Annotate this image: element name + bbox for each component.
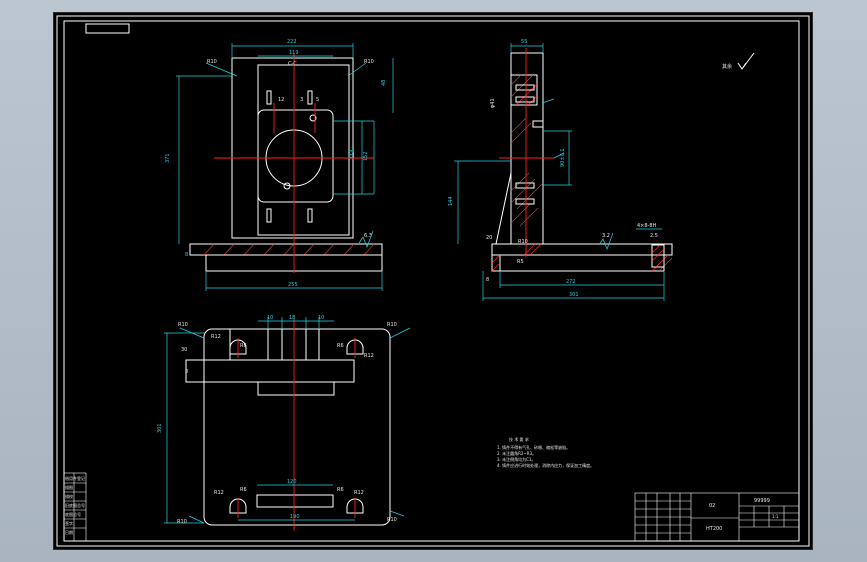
front-dim-base: 255	[288, 282, 298, 288]
strip-label-7: 日期	[65, 529, 73, 535]
outer-frame	[56, 15, 810, 547]
tech-notes-title: 技 术 要 求	[509, 436, 529, 442]
front-section-label: C-C	[288, 61, 297, 67]
left-strip: 借用件登记 描图 描校 旧底图总号 底图总号 签字 日期	[63, 472, 87, 542]
front-slot-3	[266, 208, 272, 223]
top-dim-190: 190	[290, 514, 300, 520]
strip-label-6: 签字	[65, 520, 73, 526]
top-r-br: R10	[387, 517, 397, 523]
front-dim-base-h: 8	[185, 252, 188, 258]
side-view: 55 144 φ41 90±0.1 272 301 R10 R5 8 3.2 2…	[448, 39, 673, 301]
front-dim-top: 222	[287, 39, 297, 45]
cad-drawing: 222 119 C-C 371 8 48 114 152 255 R10 R10…	[56, 15, 810, 547]
corner-tag	[85, 23, 130, 34]
roughness-other-label: 其余	[722, 63, 732, 70]
top-r6-c: R6	[240, 487, 247, 493]
title-block: 02 HT200 99999 1:1	[634, 492, 800, 542]
front-small-12: 12	[278, 97, 284, 103]
tech-note-3: 3. 未注倒角均为C1。	[497, 456, 535, 462]
top-r12-d: R12	[354, 490, 364, 496]
front-dim-114: 114	[350, 149, 356, 159]
top-r12-b: R12	[364, 353, 374, 359]
top-dim-301: 301	[157, 423, 163, 433]
top-dim-120: 120	[287, 479, 297, 485]
side-thread-spec2: 2.5	[650, 233, 658, 239]
side-r5: R5	[517, 259, 524, 265]
front-dim-height: 371	[165, 153, 171, 163]
title-drawing-no: 02	[709, 503, 715, 509]
title-material: HT200	[706, 526, 722, 532]
front-dim-inner: 119	[289, 50, 299, 56]
side-dim-8: 8	[486, 277, 489, 283]
top-dim-18: 18	[289, 315, 295, 321]
front-dim-48: 48	[381, 80, 387, 86]
side-rough: 3.2	[602, 233, 610, 239]
front-slot-2	[307, 90, 313, 105]
strip-label-4: 旧底图总号	[65, 502, 85, 508]
roughness-other-symbol	[737, 52, 755, 70]
top-r12-c: R12	[214, 490, 224, 496]
top-r12-a: R12	[211, 334, 221, 340]
title-code: 99999	[754, 498, 770, 504]
front-dim-152: 152	[363, 151, 369, 161]
front-view: 222 119 C-C 371 8 48 114 152 255 R10 R10…	[165, 39, 394, 291]
front-r-right: R10	[364, 59, 374, 65]
top-dim-8: 8	[185, 369, 188, 375]
side-dim-20: 20	[486, 235, 492, 241]
front-base	[189, 243, 383, 256]
tech-note-2: 2. 未注圆角R2~R3。	[497, 450, 536, 456]
front-small-5: 5	[316, 97, 319, 103]
front-upright-inner	[257, 64, 350, 236]
strip-label-1: 借用件登记	[65, 475, 85, 481]
front-slot-1	[266, 90, 272, 105]
front-upright	[231, 57, 354, 239]
side-dim-301: 301	[569, 292, 579, 298]
side-dim-272: 272	[566, 279, 576, 285]
strip-label-3: 描校	[65, 493, 73, 499]
title-scale: 1:1	[772, 514, 779, 519]
top-r-tr: R10	[387, 322, 397, 328]
tech-note-4: 4. 铸件应进行时效处理，消除内应力，保证加工精度。	[497, 462, 594, 468]
side-r10: R10	[518, 239, 528, 245]
front-slot-4	[307, 208, 313, 223]
tech-note-1: 1. 铸件不得有气孔、砂眼、缩松等缺陷。	[497, 444, 570, 450]
side-thread-spec: 4×8-8H	[637, 223, 657, 229]
drawing-sheet: 222 119 C-C 371 8 48 114 152 255 R10 R10…	[53, 12, 813, 550]
top-dim-10b: 10	[318, 315, 324, 321]
side-dim-144: 144	[448, 196, 454, 206]
side-upright	[510, 52, 544, 245]
top-r6-d: R6	[337, 487, 344, 493]
front-r-left: R10	[207, 59, 217, 65]
side-dim-phi: φ41	[490, 98, 496, 108]
top-r6-b: R6	[337, 343, 344, 349]
strip-label-5: 底图总号	[65, 511, 81, 517]
top-step	[257, 381, 335, 396]
inner-frame	[63, 20, 800, 542]
top-dim-30: 30	[181, 347, 187, 353]
side-base	[491, 243, 673, 256]
top-r6-a: R6	[240, 343, 247, 349]
top-dim-10a: 10	[267, 315, 273, 321]
front-small-3: 3	[300, 97, 303, 103]
side-dim-55: 55	[521, 39, 527, 45]
top-r-tl: R10	[178, 322, 188, 328]
tech-notes: 技 术 要 求 1. 铸件不得有气孔、砂眼、缩松等缺陷。 2. 未注圆角R2~R…	[497, 436, 594, 468]
top-view: 301 10 18 10 R10 R10 R10 R10 R12 R12 R12…	[157, 315, 411, 531]
side-dim-90: 90±0.1	[560, 148, 566, 167]
top-r-bl: R10	[177, 519, 187, 525]
top-bar	[185, 359, 355, 383]
strip-label-2: 描图	[65, 484, 73, 490]
